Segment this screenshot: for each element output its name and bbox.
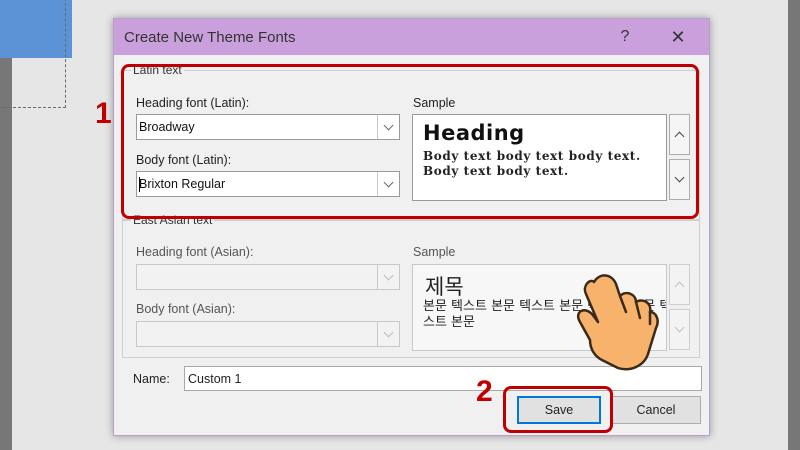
body-font-asian-label: Body font (Asian): — [136, 302, 236, 316]
question-mark-icon[interactable]: ? — [614, 25, 636, 49]
slide-selection-outline — [0, 0, 66, 108]
asian-sample-label: Sample — [413, 245, 456, 259]
body-font-asian-combo[interactable] — [136, 321, 400, 347]
name-field-value: Custom 1 — [188, 372, 242, 386]
heading-font-asian-combo[interactable] — [136, 264, 400, 290]
dialog-title: Create New Theme Fonts — [124, 29, 296, 46]
name-label: Name: — [133, 372, 170, 386]
chevron-down-icon[interactable] — [377, 322, 399, 346]
annotation-step-2: 2 — [476, 375, 493, 408]
cancel-button-label: Cancel — [636, 403, 676, 417]
pointing-hand-icon — [576, 274, 659, 371]
annotation-highlight-latin — [121, 64, 699, 219]
heading-font-asian-label: Heading font (Asian): — [136, 245, 254, 259]
cancel-button[interactable]: Cancel — [611, 396, 701, 424]
close-icon[interactable]: ✕ — [666, 25, 690, 49]
dialog-titlebar: Create New Theme Fonts ? ✕ — [114, 19, 709, 55]
annotation-highlight-save — [503, 386, 613, 433]
chevron-up-icon — [674, 281, 685, 292]
asian-sample-heading-text: 제목 — [425, 275, 464, 299]
chevron-down-icon — [674, 322, 685, 333]
window-edge-right — [788, 0, 800, 450]
asian-sample-scroll-down-button[interactable] — [669, 309, 690, 350]
chevron-down-icon[interactable] — [377, 265, 399, 289]
annotation-step-1: 1 — [95, 97, 112, 130]
asian-sample-scroll-up-button[interactable] — [669, 264, 690, 305]
